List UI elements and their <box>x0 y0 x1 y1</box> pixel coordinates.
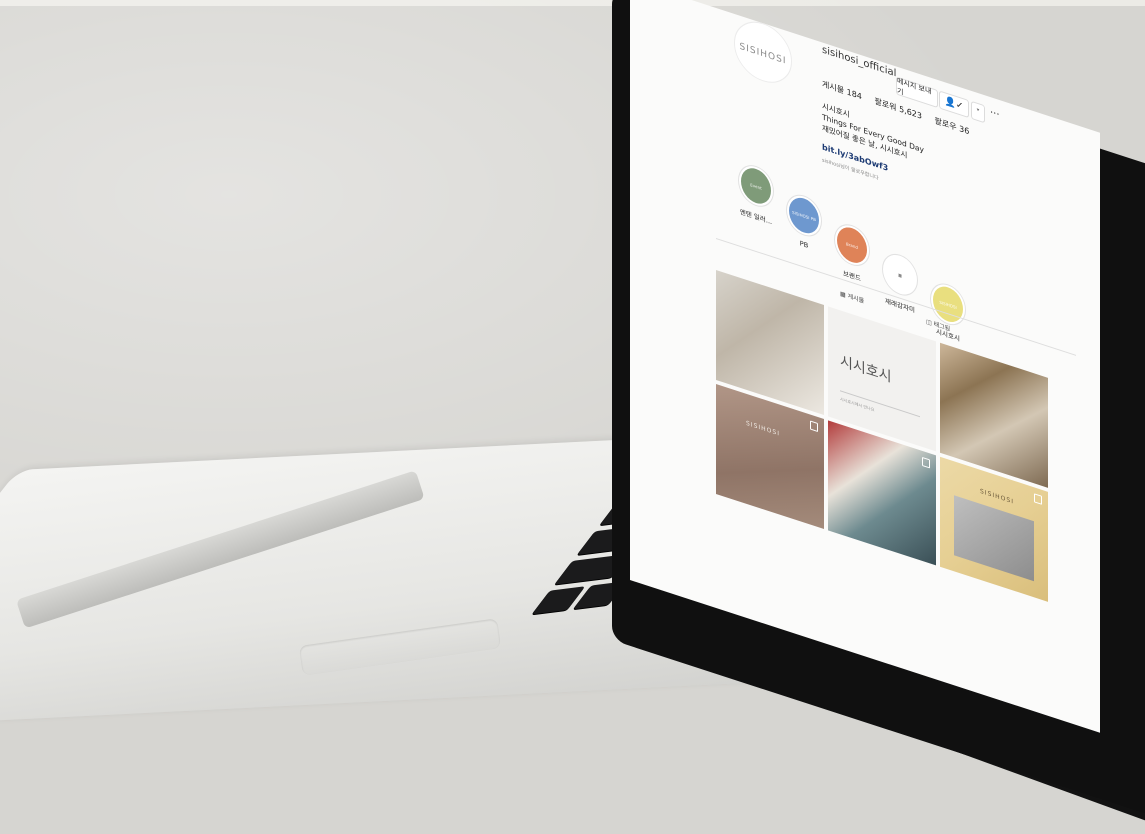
posts-count: 게시물 184 <box>822 79 862 102</box>
following-button[interactable]: 👤✓ <box>939 90 969 119</box>
highlight-cover: SISIHOSI PB <box>787 191 821 241</box>
following-count[interactable]: 팔로우 36 <box>935 116 970 136</box>
chevron-down-icon[interactable]: ˅ <box>971 100 985 124</box>
post-logo-text: SISIHOSI <box>980 487 1014 506</box>
gallery-icon <box>1034 493 1042 505</box>
post-photo <box>954 495 1034 582</box>
gallery-icon <box>922 456 930 469</box>
highlight-cover: Brand <box>835 220 869 270</box>
message-button[interactable]: 메시지 보내기 <box>896 76 938 109</box>
tab-posts-label: 게시물 <box>847 292 865 306</box>
post-title-text: 시시호시 <box>840 353 892 386</box>
highlight-cover: ▦ <box>883 250 917 300</box>
options-icon[interactable]: ··· <box>990 107 1000 121</box>
highlight-cover: Event <box>739 161 773 211</box>
gallery-icon <box>810 420 818 433</box>
post-logo-text: SISIHOSI <box>746 419 780 438</box>
